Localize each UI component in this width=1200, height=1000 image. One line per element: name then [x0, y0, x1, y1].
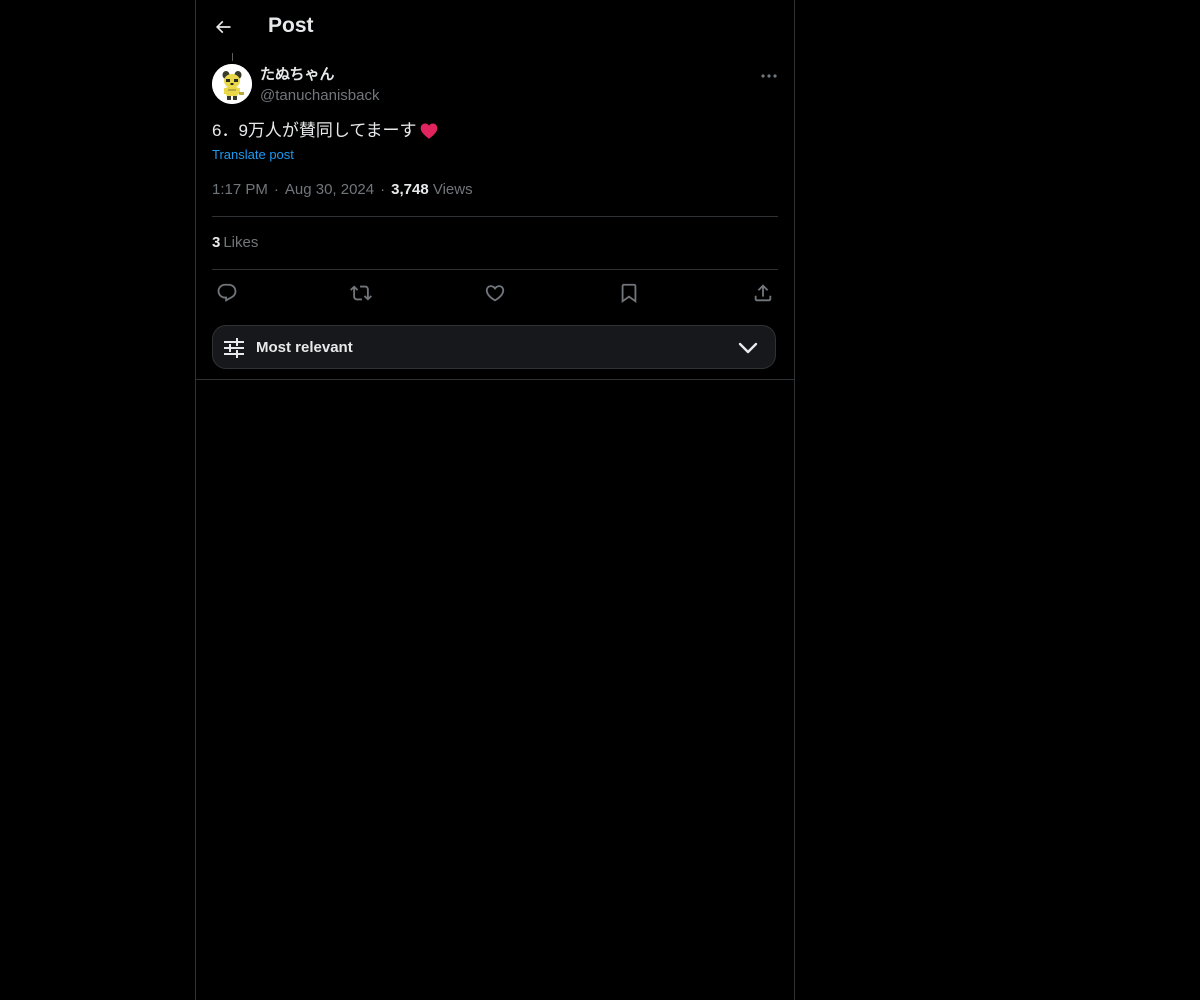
back-button[interactable] — [206, 10, 240, 44]
section-divider — [196, 379, 794, 380]
reply-sort-dropdown[interactable]: Most relevant — [212, 325, 776, 369]
post-meta: 1:17 PM · Aug 30, 2024 · 3,748 Views — [212, 180, 473, 200]
page-header: Post — [196, 0, 794, 53]
more-dots-icon — [760, 73, 778, 79]
heart-icon — [484, 282, 506, 304]
bookmark-icon — [618, 282, 640, 304]
post-body: 6．9万人が賛同してまーす — [212, 119, 439, 143]
back-arrow-icon — [213, 17, 233, 37]
likes-link[interactable]: 3 Likes — [212, 233, 258, 253]
repost-icon — [350, 282, 372, 304]
like-button[interactable] — [482, 280, 508, 306]
repost-button[interactable] — [348, 280, 374, 306]
meta-separator: · — [273, 181, 279, 198]
red-heart-emoji-icon — [419, 121, 439, 141]
thread-line — [232, 53, 233, 61]
post-date[interactable]: Aug 30, 2024 — [285, 181, 374, 198]
post-time[interactable]: 1:17 PM — [212, 181, 268, 198]
avatar[interactable] — [212, 64, 252, 104]
sliders-icon — [223, 337, 245, 359]
likes-label: Likes — [223, 234, 259, 251]
views-count: 3,748 — [391, 181, 429, 198]
share-button[interactable] — [750, 280, 776, 306]
share-icon — [752, 282, 774, 304]
reply-button[interactable] — [214, 280, 240, 306]
reply-icon — [216, 282, 238, 304]
more-options-button[interactable] — [754, 64, 784, 88]
post-text: 6．9万人が賛同してまーす — [212, 121, 417, 140]
sort-label: Most relevant — [256, 339, 353, 356]
chevron-down-icon — [737, 337, 759, 359]
meta-separator: · — [380, 181, 386, 198]
divider — [212, 216, 778, 217]
translate-post-link[interactable]: Translate post — [212, 146, 294, 164]
likes-count: 3 — [212, 234, 221, 251]
page-title: Post — [268, 14, 314, 37]
divider — [212, 269, 778, 270]
views-label: Views — [432, 181, 473, 198]
author-handle[interactable]: @tanuchanisback — [260, 86, 379, 106]
author-display-name[interactable]: たぬちゃん — [260, 65, 335, 85]
bookmark-button[interactable] — [616, 280, 642, 306]
main-column: Post たぬちゃん @tanuchanisback 6．9万人が賛同してまーす… — [195, 0, 795, 1000]
tanuki-avatar-icon — [212, 64, 252, 104]
